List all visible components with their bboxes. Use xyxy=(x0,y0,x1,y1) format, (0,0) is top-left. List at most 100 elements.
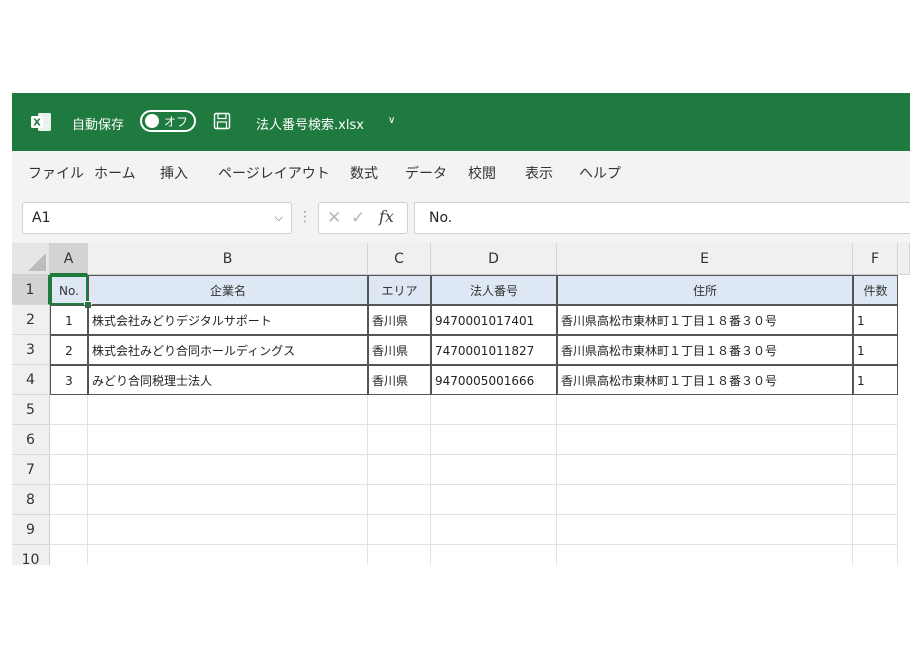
cell[interactable] xyxy=(88,425,368,455)
cell-d4[interactable]: 9470005001666 xyxy=(431,365,557,395)
cell[interactable] xyxy=(88,455,368,485)
cell[interactable] xyxy=(853,395,898,425)
tab-data[interactable]: データ xyxy=(405,163,447,183)
chevron-down-icon[interactable]: ⌵ xyxy=(275,211,283,225)
cell[interactable] xyxy=(853,455,898,485)
cell[interactable] xyxy=(50,425,88,455)
column-header-e[interactable]: E xyxy=(557,243,853,275)
cell-f1[interactable]: 件数 xyxy=(853,275,898,305)
cell[interactable] xyxy=(368,515,431,545)
cell[interactable] xyxy=(88,545,368,565)
cell[interactable] xyxy=(368,545,431,565)
tab-formulas[interactable]: 数式 xyxy=(350,163,378,183)
cell-e4[interactable]: 香川県高松市東林町１丁目１８番３０号 xyxy=(557,365,853,395)
formula-bar: A1 ⌵ ⋮ ✕ ✓ fx No. xyxy=(12,193,910,243)
cell[interactable] xyxy=(431,515,557,545)
cell[interactable] xyxy=(50,515,88,545)
cell[interactable] xyxy=(431,545,557,565)
cell[interactable] xyxy=(50,485,88,515)
tab-insert[interactable]: 挿入 xyxy=(160,163,188,183)
formula-input[interactable]: No. xyxy=(414,202,910,234)
row-header-4[interactable]: 4 xyxy=(12,365,50,395)
cell[interactable] xyxy=(88,395,368,425)
insert-function-icon[interactable]: fx xyxy=(379,207,394,226)
chevron-down-icon[interactable]: ∨ xyxy=(388,115,395,126)
save-icon[interactable] xyxy=(213,112,231,130)
file-name[interactable]: 法人番号検索.xlsx xyxy=(256,114,364,133)
cell[interactable] xyxy=(557,425,853,455)
row-header-10[interactable]: 10 xyxy=(12,545,50,565)
cell[interactable] xyxy=(50,395,88,425)
cell-e1[interactable]: 住所 xyxy=(557,275,853,305)
cell-b2[interactable]: 株式会社みどりデジタルサポート xyxy=(88,305,368,335)
cancel-icon[interactable]: ✕ xyxy=(327,208,341,228)
excel-window: X 自動保存 オフ 法人番号検索.xlsx ∨ ファイル ホーム 挿入 ページレ… xyxy=(12,93,910,565)
cell-c2[interactable]: 香川県 xyxy=(368,305,431,335)
row-header-2[interactable]: 2 xyxy=(12,305,50,335)
row-header-6[interactable]: 6 xyxy=(12,425,50,455)
cell[interactable] xyxy=(368,455,431,485)
select-all-button[interactable] xyxy=(12,243,50,275)
cell-b3[interactable]: 株式会社みどり合同ホールディングス xyxy=(88,335,368,365)
cell[interactable] xyxy=(557,545,853,565)
cell-e2[interactable]: 香川県高松市東林町１丁目１８番３０号 xyxy=(557,305,853,335)
cell[interactable] xyxy=(368,395,431,425)
cell-d3[interactable]: 7470001011827 xyxy=(431,335,557,365)
cell-c1[interactable]: エリア xyxy=(368,275,431,305)
tab-page-layout[interactable]: ページレイアウト xyxy=(218,163,330,183)
row-header-9[interactable]: 9 xyxy=(12,515,50,545)
cell[interactable] xyxy=(853,425,898,455)
cell-a2[interactable]: 1 xyxy=(50,305,88,335)
cell[interactable] xyxy=(431,455,557,485)
row-header-8[interactable]: 8 xyxy=(12,485,50,515)
column-header-d[interactable]: D xyxy=(431,243,557,275)
tab-home[interactable]: ホーム xyxy=(94,163,136,183)
column-header-g[interactable] xyxy=(898,243,910,275)
check-icon[interactable]: ✓ xyxy=(351,208,365,228)
cell-a4[interactable]: 3 xyxy=(50,365,88,395)
cell-f2[interactable]: 1 xyxy=(853,305,898,335)
cell[interactable] xyxy=(557,455,853,485)
tab-help[interactable]: ヘルプ xyxy=(579,163,621,183)
cell-f4[interactable]: 1 xyxy=(853,365,898,395)
row-header-7[interactable]: 7 xyxy=(12,455,50,485)
cell-a1[interactable]: No. xyxy=(50,275,88,305)
cell[interactable] xyxy=(50,545,88,565)
cell[interactable] xyxy=(88,485,368,515)
cell[interactable] xyxy=(88,515,368,545)
cell[interactable] xyxy=(50,455,88,485)
cell[interactable] xyxy=(431,395,557,425)
row-header-5[interactable]: 5 xyxy=(12,395,50,425)
cell[interactable] xyxy=(853,515,898,545)
cell-b4[interactable]: みどり合同税理士法人 xyxy=(88,365,368,395)
column-header-f[interactable]: F xyxy=(853,243,898,275)
cell[interactable] xyxy=(368,425,431,455)
formula-bar-splitter[interactable]: ⋮ xyxy=(298,209,312,225)
tab-file[interactable]: ファイル xyxy=(28,163,84,183)
cell-e3[interactable]: 香川県高松市東林町１丁目１８番３０号 xyxy=(557,335,853,365)
cell-f3[interactable]: 1 xyxy=(853,335,898,365)
row-header-3[interactable]: 3 xyxy=(12,335,50,365)
column-header-a[interactable]: A xyxy=(50,243,88,275)
autosave-toggle[interactable]: オフ xyxy=(140,110,196,132)
cell[interactable] xyxy=(431,425,557,455)
row-header-1[interactable]: 1 xyxy=(12,275,50,305)
cell-b1[interactable]: 企業名 xyxy=(88,275,368,305)
cell[interactable] xyxy=(557,395,853,425)
cell[interactable] xyxy=(853,485,898,515)
cell[interactable] xyxy=(368,485,431,515)
cell[interactable] xyxy=(431,485,557,515)
column-header-b[interactable]: B xyxy=(88,243,368,275)
cell-a3[interactable]: 2 xyxy=(50,335,88,365)
cell[interactable] xyxy=(557,485,853,515)
column-header-c[interactable]: C xyxy=(368,243,431,275)
cell-c3[interactable]: 香川県 xyxy=(368,335,431,365)
tab-review[interactable]: 校閲 xyxy=(468,163,496,183)
tab-view[interactable]: 表示 xyxy=(525,163,553,183)
name-box[interactable]: A1 ⌵ xyxy=(22,202,292,234)
cell-d1[interactable]: 法人番号 xyxy=(431,275,557,305)
cell[interactable] xyxy=(557,515,853,545)
cell-c4[interactable]: 香川県 xyxy=(368,365,431,395)
cell[interactable] xyxy=(853,545,898,565)
cell-d2[interactable]: 9470001017401 xyxy=(431,305,557,335)
